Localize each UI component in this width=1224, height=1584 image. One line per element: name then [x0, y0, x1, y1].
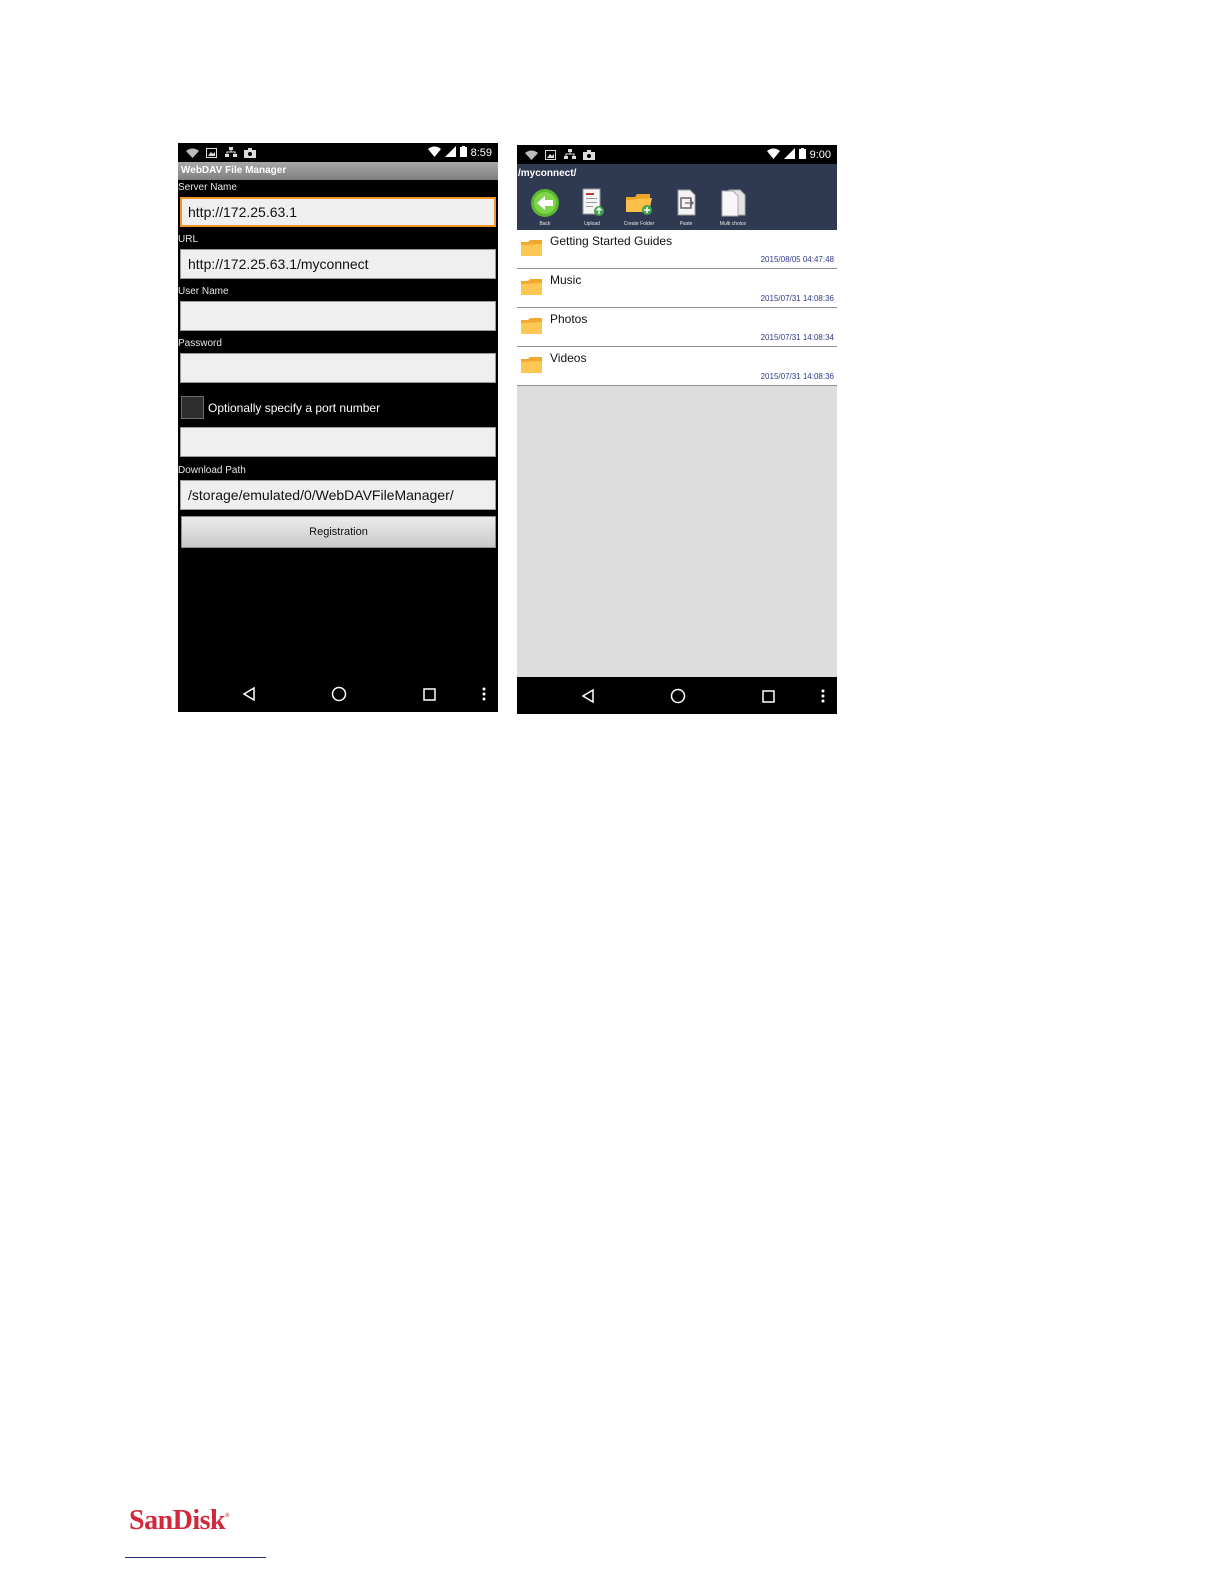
home-nav-icon[interactable]	[328, 683, 350, 705]
folder-date: 2015/07/31 14:08:36	[760, 372, 834, 381]
back-arrow-icon	[531, 189, 559, 217]
network-icon	[563, 149, 576, 160]
back-nav-icon[interactable]	[238, 683, 260, 705]
battery-icon	[459, 145, 467, 160]
notification-icons	[186, 146, 256, 159]
cell-signal-icon	[444, 145, 456, 160]
multi-choice-button[interactable]: Multi choice	[710, 186, 756, 230]
multi-choice-label: Multi choice	[719, 221, 747, 227]
folder-date: 2015/07/31 14:08:34	[760, 333, 834, 342]
camera-icon	[582, 149, 595, 160]
android-nav-bar	[178, 675, 498, 712]
upload-label: Upload	[584, 221, 600, 227]
image-icon	[205, 147, 218, 158]
download-path-input[interactable]: /storage/emulated/0/WebDAVFileManager/	[180, 480, 496, 510]
list-item[interactable]: Videos 2015/07/31 14:08:36	[517, 347, 837, 386]
folder-date: 2015/07/31 14:08:36	[760, 294, 834, 303]
server-name-input[interactable]: http://172.25.63.1	[180, 197, 496, 227]
user-name-label: User Name	[178, 286, 229, 297]
list-item[interactable]: Getting Started Guides 2015/08/05 04:47:…	[517, 230, 837, 269]
password-input[interactable]	[180, 353, 496, 383]
folder-icon	[521, 279, 542, 295]
url-input[interactable]: http://172.25.63.1/myconnect	[180, 249, 496, 279]
wifi-question-icon	[186, 147, 199, 158]
brand-registered-mark: ®	[225, 1513, 230, 1519]
list-item[interactable]: Music 2015/07/31 14:08:36	[517, 269, 837, 308]
create-folder-icon	[626, 194, 652, 215]
wifi-signal-icon	[427, 146, 441, 160]
multi-choice-icon	[721, 189, 746, 217]
wifi-signal-icon	[766, 148, 780, 162]
registration-button[interactable]: Registration	[181, 516, 496, 548]
paste-button[interactable]: Paste	[663, 186, 709, 230]
paste-icon	[677, 189, 696, 216]
upload-icon	[582, 188, 604, 216]
port-number-input[interactable]	[180, 427, 496, 457]
paste-label: Paste	[679, 221, 693, 227]
download-path-label: Download Path	[178, 465, 246, 476]
list-item[interactable]: Photos 2015/07/31 14:08:34	[517, 308, 837, 347]
android-nav-bar	[517, 677, 837, 714]
notification-icons	[525, 148, 595, 161]
wifi-question-icon	[525, 149, 538, 160]
back-button[interactable]: Back	[522, 186, 568, 230]
image-icon	[544, 149, 557, 160]
password-label: Password	[178, 338, 222, 349]
cell-signal-icon	[783, 147, 795, 162]
home-nav-icon[interactable]	[667, 685, 689, 707]
phone-screen-registration: 8:59 WebDAV File Manager Server Name htt…	[178, 143, 498, 712]
overflow-menu-icon[interactable]	[473, 683, 495, 705]
create-folder-button[interactable]: Create Folder	[616, 186, 662, 230]
current-path: /myconnect/	[518, 168, 577, 179]
camera-icon	[243, 147, 256, 158]
system-status: 8:59	[427, 145, 492, 160]
folder-icon	[521, 318, 542, 334]
port-checkbox[interactable]	[181, 396, 204, 419]
folder-name: Music	[550, 273, 582, 287]
folder-icon	[521, 357, 542, 373]
upload-button[interactable]: Upload	[569, 186, 615, 230]
create-folder-label: Create Folder	[623, 221, 655, 227]
battery-icon	[798, 147, 806, 162]
sandisk-logo: SanDisk®	[129, 1505, 230, 1537]
url-label: URL	[178, 234, 199, 245]
port-checkbox-label[interactable]: Optionally specify a port number	[208, 401, 380, 415]
status-bar: 8:59	[178, 143, 498, 162]
phone-screen-file-list: 9:00 /myconnect/ Back Upload Create Fold…	[517, 145, 837, 714]
status-time: 8:59	[470, 146, 492, 159]
network-icon	[224, 147, 237, 158]
footer-divider	[125, 1557, 266, 1558]
recents-nav-icon[interactable]	[418, 683, 440, 705]
back-label: Back	[539, 221, 551, 227]
folder-icon	[521, 240, 542, 256]
system-status: 9:00	[766, 147, 831, 162]
brand-name: SanDisk	[129, 1505, 226, 1536]
back-nav-icon[interactable]	[577, 685, 599, 707]
recents-nav-icon[interactable]	[757, 685, 779, 707]
folder-date: 2015/08/05 04:47:48	[760, 255, 834, 264]
file-list: Getting Started Guides 2015/08/05 04:47:…	[517, 230, 837, 677]
server-name-label: Server Name	[178, 182, 237, 193]
folder-name: Getting Started Guides	[550, 234, 673, 248]
status-time: 9:00	[809, 148, 831, 161]
app-title: WebDAV File Manager	[178, 162, 498, 180]
status-bar: 9:00	[517, 145, 837, 164]
folder-name: Videos	[550, 351, 587, 365]
user-name-input[interactable]	[180, 301, 496, 331]
folder-name: Photos	[550, 312, 588, 326]
file-browser-header: /myconnect/ Back Upload Create Folder Pa…	[517, 164, 837, 230]
overflow-menu-icon[interactable]	[812, 685, 834, 707]
